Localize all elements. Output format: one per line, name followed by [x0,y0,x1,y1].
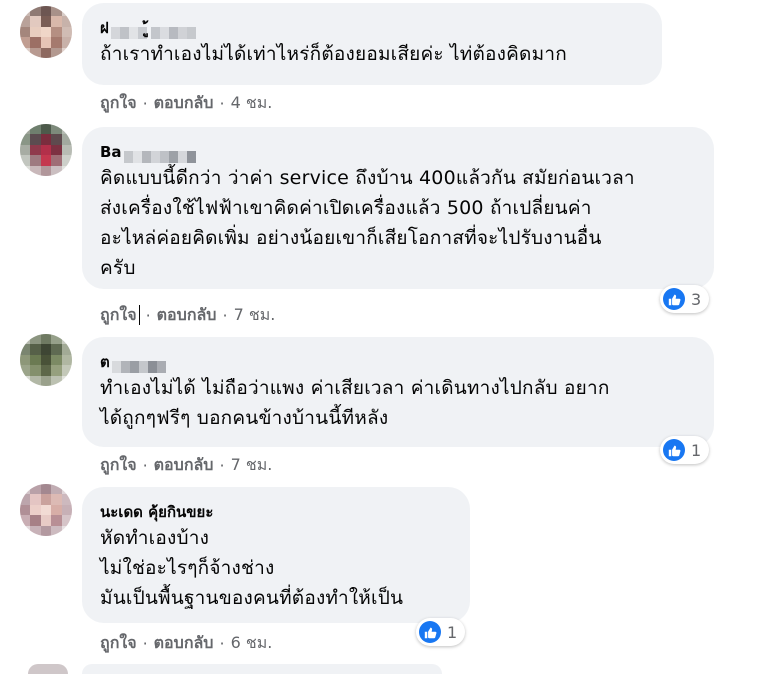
separator: · [145,305,151,325]
reaction-count: 3 [691,289,702,309]
text-cursor [138,305,140,325]
reply-link[interactable]: ตอบกลับ [154,453,214,478]
reply-link[interactable]: ตอบกลับ [154,631,214,656]
blurred-name [110,22,147,39]
avatar[interactable] [20,124,72,176]
comment-text-line: หัดทำเองบ้าง [100,527,210,549]
reaction-summary[interactable]: 3 [660,285,710,313]
comment-time[interactable]: 7 ชม. [234,303,276,328]
avatar[interactable] [20,334,72,386]
like-icon [663,288,685,310]
avatar[interactable] [20,6,72,58]
comment-text-line: คิดแบบนี้ดีกว่า ว่าค่า service ถึงบ้าน 4… [100,167,635,189]
comment-bubble: ต ทำเองไม่ได้ ไม่ถือว่าแพง ค่าเสียเวลา ค… [82,337,714,447]
reaction-summary[interactable]: 1 [660,436,710,464]
blurred-name [150,22,196,39]
separator: · [219,455,225,475]
reaction-summary[interactable]: 1 [416,618,466,646]
comment-text-line: อะไหล่ค่อยคิดเพิ่ม อย่างน้อยเขาก็เสียโอก… [100,227,602,249]
separator: · [142,633,148,653]
reaction-count: 1 [691,440,702,460]
like-icon [419,621,441,643]
comment-text-line: ทำเองไม่ได้ ไม่ถือว่าแพง ค่าเสียเวลา ค่า… [100,377,610,399]
separator: · [219,93,225,113]
comment-actions: ถูกใจ · ตอบกลับ · 7 ชม. [100,303,275,327]
comment-time[interactable]: 6 ชม. [231,631,273,656]
reply-link[interactable]: ตอบกลับ [154,91,214,116]
like-link[interactable]: ถูกใจ [100,91,137,116]
blurred-name [111,356,166,373]
like-icon [663,439,685,461]
comment-time[interactable]: 4 ชม. [231,91,273,116]
comment-actions: ถูกใจ · ตอบกลับ · 4 ชม. [100,91,272,115]
comment-text-line: มันเป็นพื้นฐานของคนที่ต้องทำให้เป็น [100,587,404,609]
comment-author[interactable]: ต [100,351,696,373]
separator: · [142,455,148,475]
comment-actions: ถูกใจ · ตอบกลับ · 7 ชม. [100,453,272,477]
comment-bubble: ฝ ู้ ถ้าเราทำเองไม่ได้เท่าไหร่ก็ต้องยอมเ… [82,3,662,85]
comment-text-line: ครับ [100,257,136,279]
comment-text-line: ได้ถูกๆฟรีๆ บอกคนข้างบ้านนี้ทีหลัง [100,407,389,429]
comment-bubble: นะเดด คุ้ยกินขยะ หัดทำเองบ้าง ไม่ใช่อะไร… [82,487,470,623]
like-link[interactable]: ถูกใจ [100,303,137,328]
reply-link[interactable]: ตอบกลับ [157,303,217,328]
comment-author[interactable]: นะเดด คุ้ยกินขยะ [100,501,452,523]
separator: · [142,93,148,113]
like-link[interactable]: ถูกใจ [100,453,137,478]
avatar[interactable] [20,484,72,536]
comment-text-line: ไม่ใช่อะไรๆก็จ้างช่าง [100,557,275,579]
comment-bubble: Ba คิดแบบนี้ดีกว่า ว่าค่า service ถึงบ้า… [82,127,714,289]
blurred-name [123,146,196,163]
comment-author[interactable]: Ba [100,141,696,163]
comment-time[interactable]: 7 ชม. [231,453,273,478]
next-comment-bubble [82,664,442,674]
comment-text-line: ส่งเครื่องใช้ไฟฟ้าเขาคิดค่าเปิดเครื่องแล… [100,197,592,219]
comment-text-line: ถ้าเราทำเองไม่ได้เท่าไหร่ก็ต้องยอมเสียค่… [100,43,567,65]
separator: · [222,305,228,325]
reaction-count: 1 [447,622,458,642]
separator: · [219,633,225,653]
comment-author[interactable]: ฝ ู้ [100,17,644,39]
next-comment-avatar[interactable] [28,664,68,674]
like-link[interactable]: ถูกใจ [100,631,137,656]
comment-actions: ถูกใจ · ตอบกลับ · 6 ชม. [100,631,272,655]
